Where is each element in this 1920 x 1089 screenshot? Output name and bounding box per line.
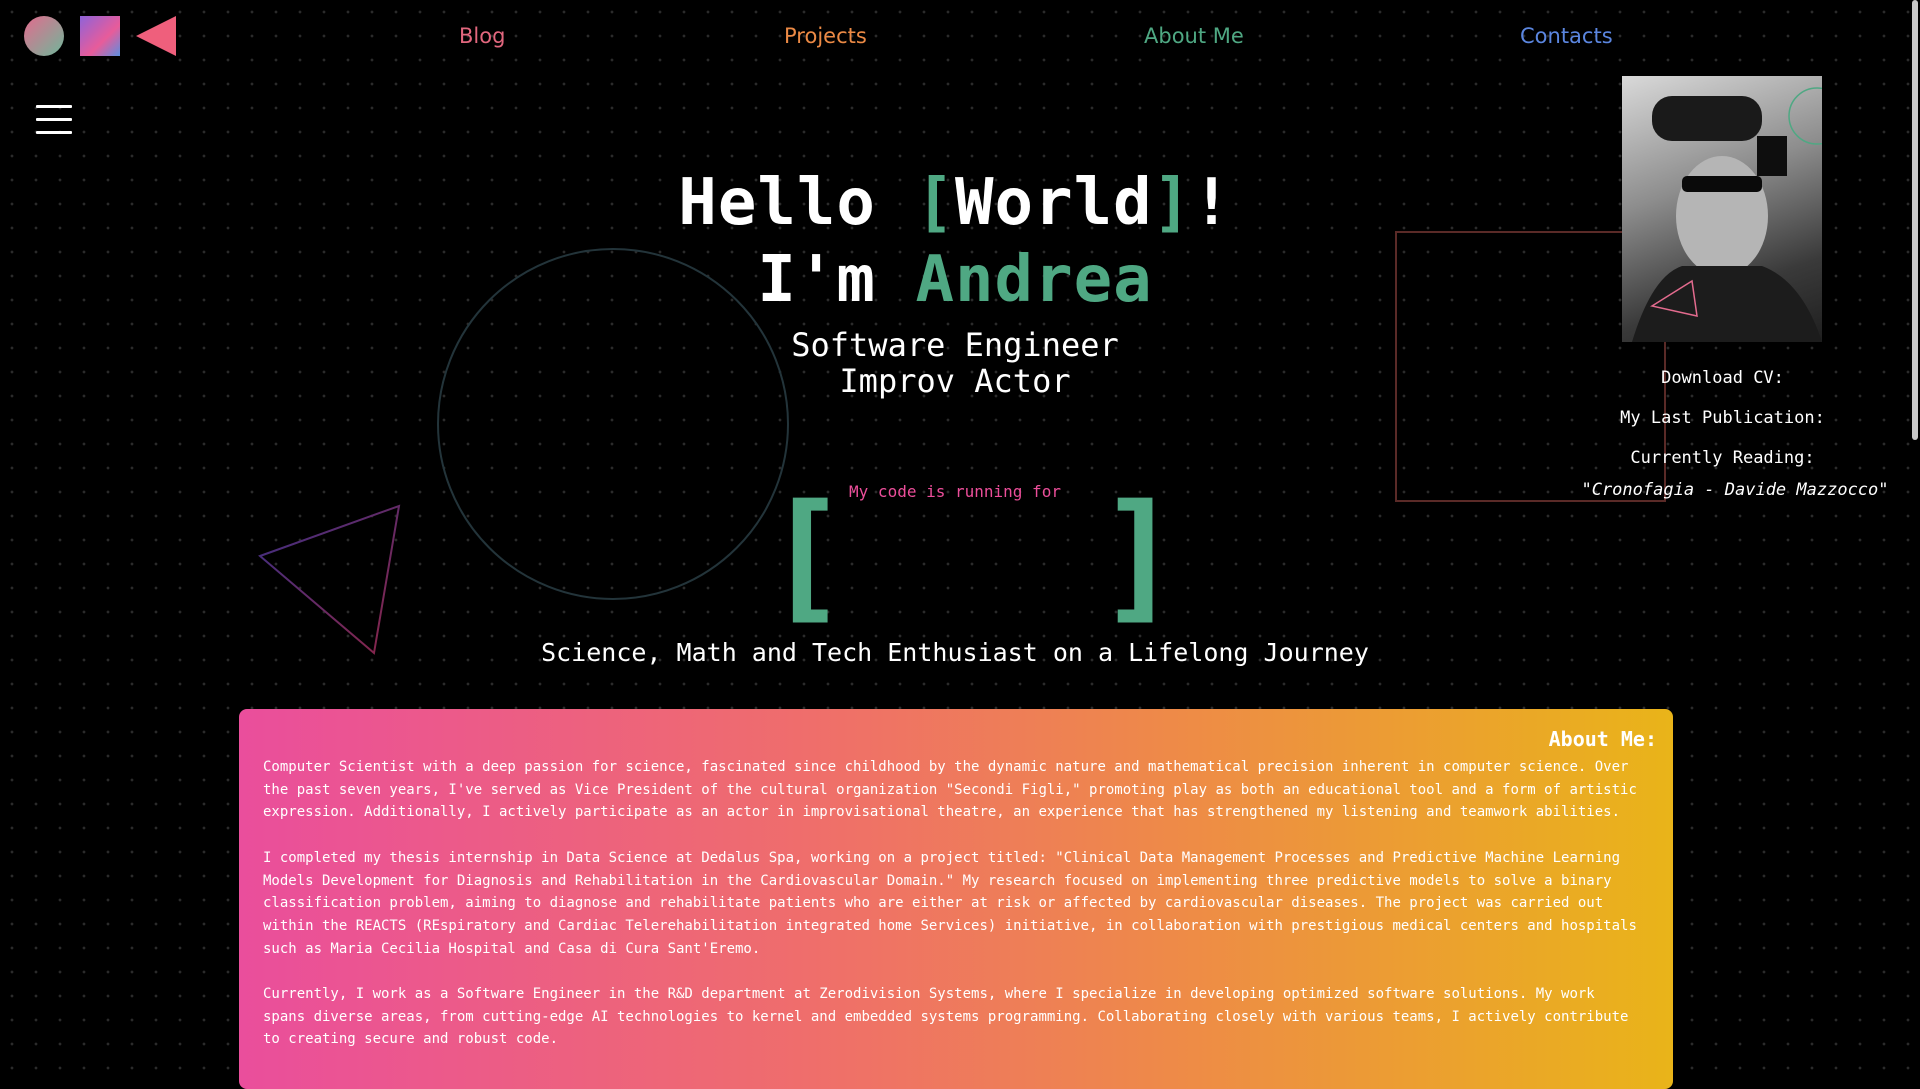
about-me-body: Computer Scientist with a deep passion f… <box>263 756 1643 1074</box>
counter-bracket-open: [ <box>764 475 849 638</box>
square-logo-icon[interactable] <box>80 16 120 56</box>
triangle-logo-icon[interactable] <box>136 16 176 56</box>
nav-about-me[interactable]: About Me <box>1144 24 1244 48</box>
currently-reading-book[interactable]: "Cronofagia - Davide Mazzocco" <box>1560 480 1910 500</box>
profile-photo <box>1622 76 1822 342</box>
nav-blog[interactable]: Blog <box>459 24 505 48</box>
about-paragraph: Currently, I work as a Software Engineer… <box>263 986 1629 1048</box>
about-me-title: About Me: <box>1548 727 1657 751</box>
download-cv-link[interactable]: Download CV: <box>1530 368 1915 388</box>
about-paragraph: I completed my thesis internship in Data… <box>263 849 1637 957</box>
hamburger-menu-icon[interactable] <box>36 105 72 135</box>
counter-bracket-close: ] <box>1097 475 1182 638</box>
hero-name: Andrea <box>915 243 1153 317</box>
nav-contacts[interactable]: Contacts <box>1520 24 1613 48</box>
nav-projects[interactable]: Projects <box>784 24 867 48</box>
tagline: Science, Math and Tech Enthusiast on a L… <box>541 638 1369 667</box>
decorative-triangle <box>258 504 401 655</box>
about-paragraph: Computer Scientist with a deep passion f… <box>263 759 1637 821</box>
profile-photo-illustration <box>1632 87 1822 342</box>
circle-logo-icon[interactable] <box>24 16 64 56</box>
about-me-card: About Me: Computer Scientist with a deep… <box>239 709 1673 1089</box>
page-scrollbar[interactable] <box>1912 0 1918 440</box>
currently-reading-label: Currently Reading: <box>1630 448 1815 468</box>
last-publication-link[interactable]: My Last Publication: <box>1530 408 1915 428</box>
